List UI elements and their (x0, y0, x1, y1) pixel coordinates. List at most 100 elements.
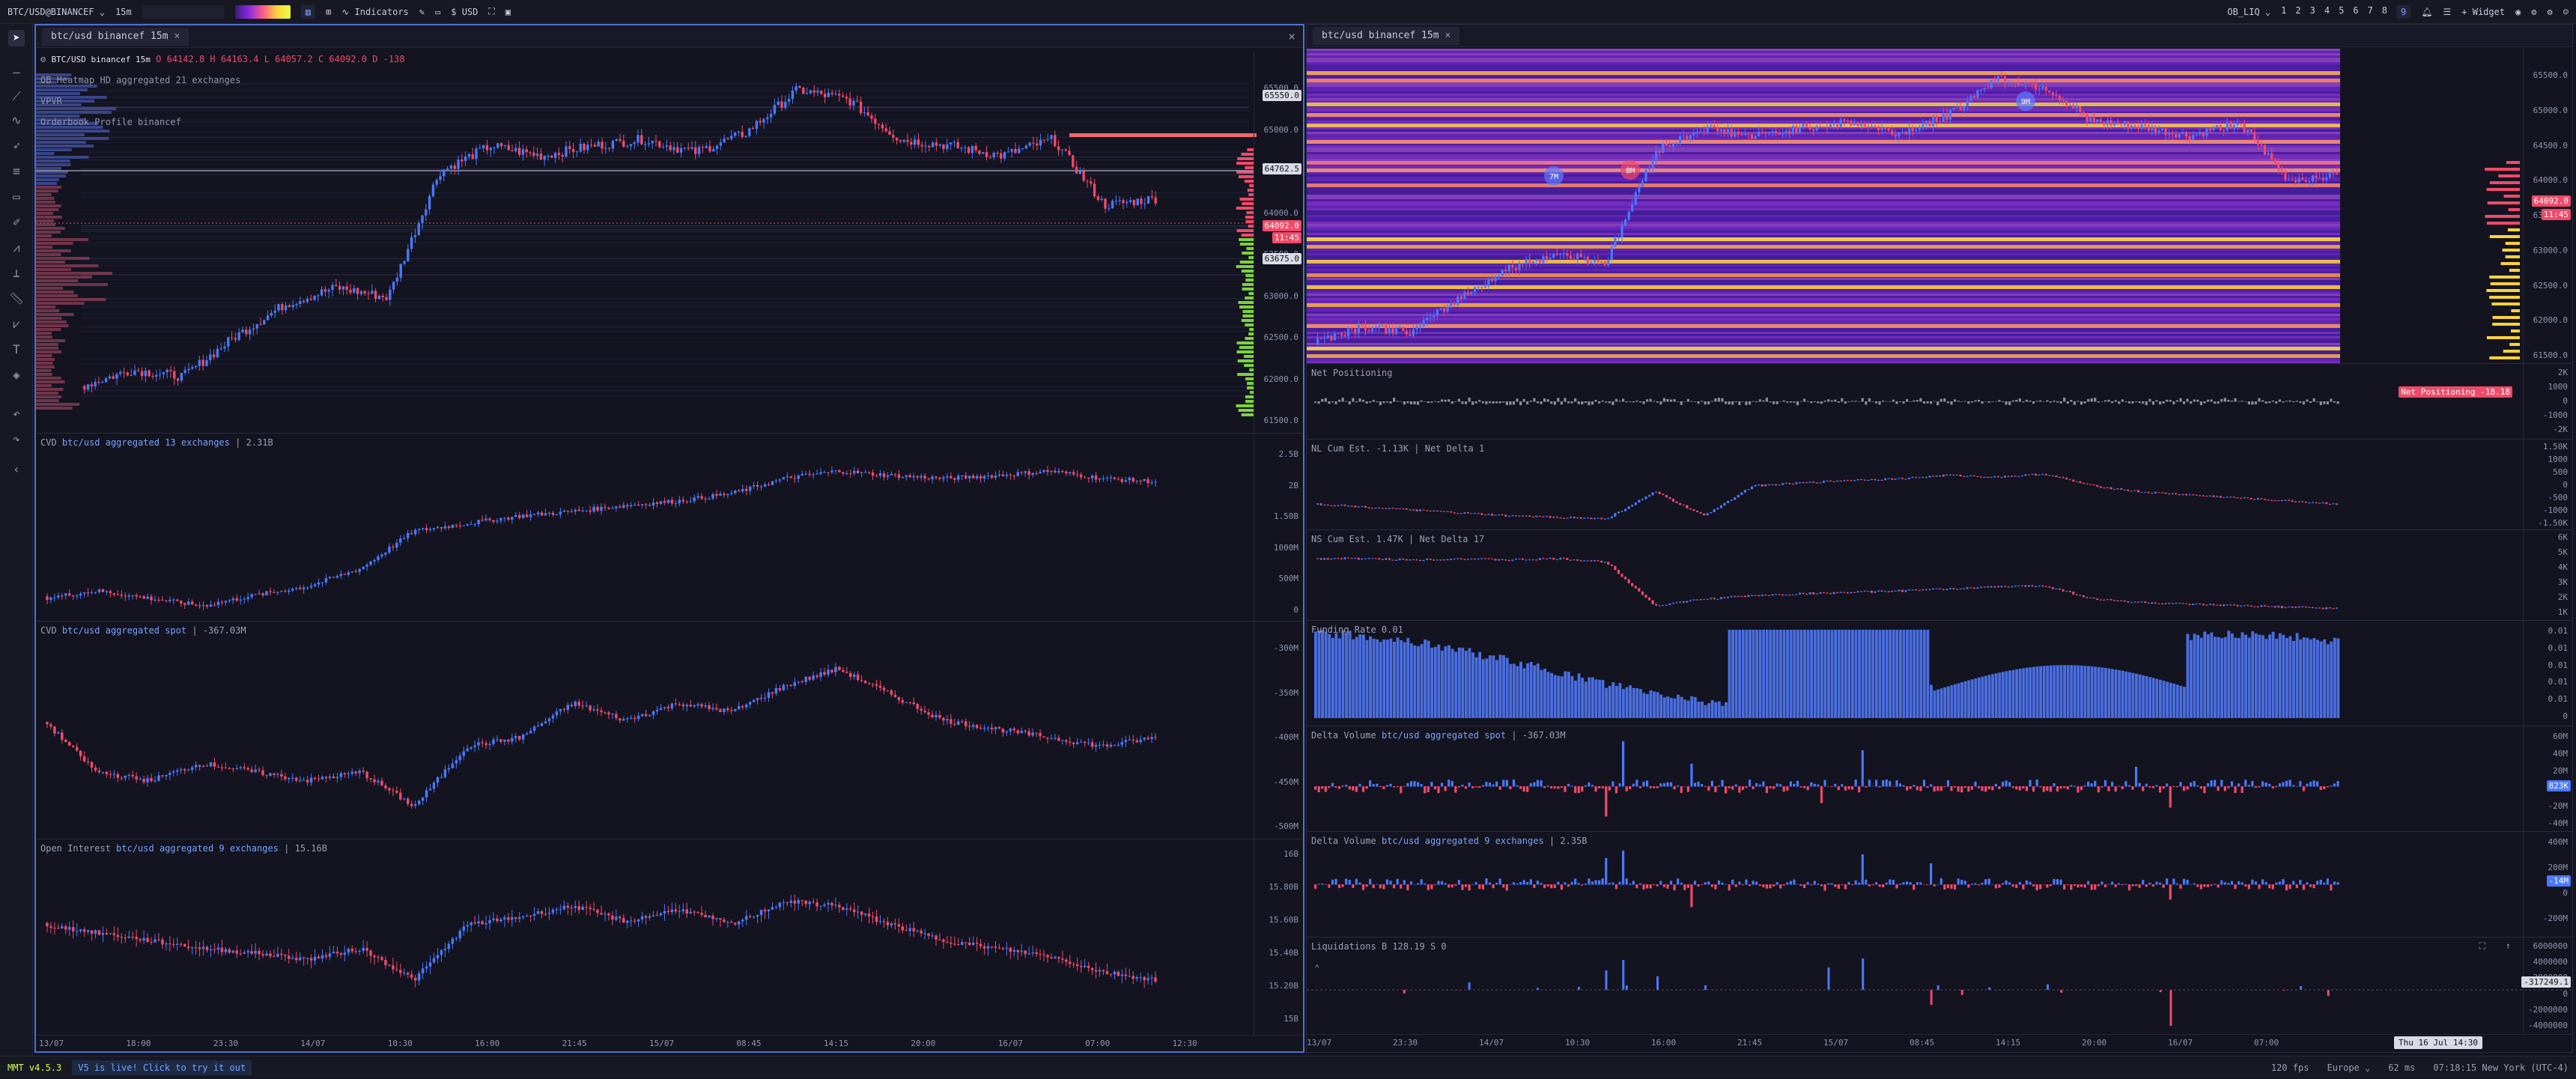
candle (556, 909, 558, 910)
candle (957, 142, 959, 148)
settings-panel-icon[interactable]: ⚙ (2548, 7, 2553, 17)
layout-preset-selector[interactable]: OB_LIQ ⌄ (2227, 7, 2270, 17)
collapse-sidebar-icon[interactable]: ‹ (8, 461, 25, 478)
heatmap-band (1307, 64, 2340, 67)
candle (187, 369, 189, 371)
candle (1031, 952, 1033, 953)
candle (726, 494, 729, 495)
layout-button-7[interactable]: 7 (2368, 5, 2373, 19)
heatmap-price-axis[interactable]: 65500.065000.064500.064000.063500.063000… (2523, 49, 2572, 363)
layers-icon[interactable]: ◈ (8, 367, 25, 383)
camera-icon[interactable]: ◉ (2515, 7, 2521, 17)
layout-button-9[interactable]: 9 (2396, 5, 2411, 19)
heatmap-band (1307, 338, 2340, 341)
currency-selector[interactable]: $ USD (451, 7, 478, 17)
open-interest-axis[interactable]: 16B15.80B15.60B15.40B15.20B15B (1254, 839, 1303, 1034)
axis-tick: 15.40B (1269, 948, 1298, 958)
rectangle-icon[interactable]: ▭ (8, 189, 25, 205)
arrow-icon[interactable]: ➶ (8, 138, 25, 154)
close-icon[interactable]: × (1445, 30, 1451, 41)
fib-icon[interactable]: ⩘ (8, 240, 25, 256)
search-input[interactable] (142, 5, 225, 19)
candle (288, 306, 291, 307)
close-icon[interactable]: × (174, 31, 180, 42)
candle (109, 377, 111, 378)
cursor-icon[interactable]: ➤ (8, 30, 25, 46)
price-axis[interactable]: 65500.065000.064500.064000.063500.063000… (1254, 51, 1303, 433)
layout-button-1[interactable]: 1 (2281, 5, 2286, 19)
candle (1871, 479, 1873, 480)
undo-icon[interactable]: ↶ (8, 406, 25, 422)
candle-type-icon[interactable]: ▥ (301, 5, 315, 19)
screenshot-toggle-icon[interactable]: ▣ (505, 7, 511, 17)
ns-pane[interactable]: NS Cum Est. 1.47K | Net Delta 17 6K5K4K3… (1307, 530, 2572, 620)
open-interest-pane[interactable]: Open Interest btc/usd aggregated 9 excha… (36, 839, 1303, 1034)
settings-icon[interactable]: ⚙ (40, 54, 46, 64)
lines-icon[interactable]: ≡ (8, 163, 25, 180)
layout-button-4[interactable]: 4 (2324, 5, 2330, 19)
overlay-heatmap-label[interactable]: OB Heatmap HD aggregated 21 exchanges (40, 75, 240, 85)
cvd-spot-pane[interactable]: CVD btc/usd aggregated spot | -367.03M -… (36, 621, 1303, 839)
chart-pattern-icon[interactable]: ⩗ (8, 316, 25, 332)
candle (2161, 128, 2163, 130)
candle (1327, 559, 1329, 560)
vpvr-bar (36, 324, 69, 327)
indicators-button[interactable]: ∿ Indicators (341, 7, 409, 17)
net-positioning-axis[interactable]: 2K10000-1000-2K (2523, 364, 2572, 439)
candle (2117, 488, 2119, 489)
layout-button-8[interactable]: 8 (2382, 5, 2387, 19)
brush-icon[interactable]: ✐ (8, 214, 25, 231)
text-icon[interactable]: T (8, 341, 25, 358)
volume-bar (2060, 401, 2062, 404)
candle (1470, 292, 1472, 294)
list-icon[interactable]: ☰ (2443, 7, 2452, 17)
fullscreen-icon[interactable]: ⛶ (488, 6, 494, 17)
heatmap-gradient-slider[interactable] (235, 5, 291, 19)
net-positioning-pane[interactable]: Net Positioning Net Positioning -18.18 2… (1307, 364, 2572, 439)
timeframe-selector[interactable]: 15m (115, 7, 132, 17)
candle (1648, 168, 1650, 170)
right-window-tab[interactable]: btc/usd binancef 15m× (1313, 27, 1459, 45)
candle (726, 922, 729, 923)
volume-bar (1865, 401, 1867, 404)
layout-button-5[interactable]: 5 (2339, 5, 2344, 19)
candle (243, 952, 245, 954)
nl-pane[interactable]: NL Cum Est. -1.13K | Net Delta 1 1.50K10… (1307, 440, 2572, 529)
nl-axis[interactable]: 1.50K10005000-500-1000-1.50K (2523, 440, 2572, 529)
measure-icon[interactable]: ⊥ (8, 265, 25, 282)
close-window-icon[interactable]: × (1288, 29, 1295, 43)
candle (1110, 477, 1112, 478)
draw-icon[interactable]: ✎ (419, 7, 425, 17)
layout-button-6[interactable]: 6 (2353, 5, 2358, 19)
heatmap-price-pane[interactable]: 7M8M9M 65500.065000.064500.064000.063500… (1307, 49, 2572, 363)
vpvr-bar (36, 377, 61, 380)
horizontal-line-icon[interactable]: — (8, 64, 25, 81)
left-window-tab[interactable]: btc/usd binancef 15m× (42, 28, 189, 46)
layout-button-3[interactable]: 3 (2310, 5, 2315, 19)
orderbook-bar (1239, 306, 1254, 308)
time-axis[interactable]: 13/0718:0023:3014/0710:3016:0021:4515/07… (36, 1035, 1303, 1051)
price-pane[interactable]: ⚙ BTC/USD binancef 15m O 64142.8 H 64163… (36, 51, 1303, 433)
candle (198, 605, 201, 606)
cvd-spot-axis[interactable]: -300M-350M-400M-450M-500M (1254, 621, 1303, 839)
path-icon[interactable]: ∿ (8, 112, 25, 129)
add-widget-button[interactable]: + Widget (2461, 7, 2505, 17)
folder-icon[interactable]: ▭ (435, 7, 440, 17)
chart-type-icon[interactable]: ⊞ (326, 7, 331, 17)
candle (1006, 948, 1008, 949)
overlay-orderbook-label[interactable]: Orderbook Profile binancef (40, 117, 181, 127)
layout-button-2[interactable]: 2 (2295, 5, 2300, 19)
candle (942, 145, 944, 149)
symbol-selector[interactable]: BTC/USD@BINANCEF ⌄ (7, 7, 105, 17)
candle (2196, 134, 2198, 135)
user-icon[interactable]: ☺ (2563, 7, 2569, 17)
redo-icon[interactable]: ↷ (8, 431, 25, 448)
gear-icon[interactable]: ⚙ (2531, 7, 2536, 17)
trend-line-icon[interactable]: ⟋ (8, 88, 25, 105)
candle (1833, 124, 1835, 125)
overlay-vpvr-label[interactable]: VPVR (40, 96, 62, 106)
ruler-icon[interactable]: 📏︎ (8, 291, 25, 307)
cvd-axis[interactable]: 2.5B2B1.50B1000M500M0 (1254, 434, 1303, 621)
bell-icon[interactable]: 🔔︎ (2421, 7, 2432, 17)
cvd-pane[interactable]: CVD btc/usd aggregated 13 exchanges | 2.… (36, 434, 1303, 621)
